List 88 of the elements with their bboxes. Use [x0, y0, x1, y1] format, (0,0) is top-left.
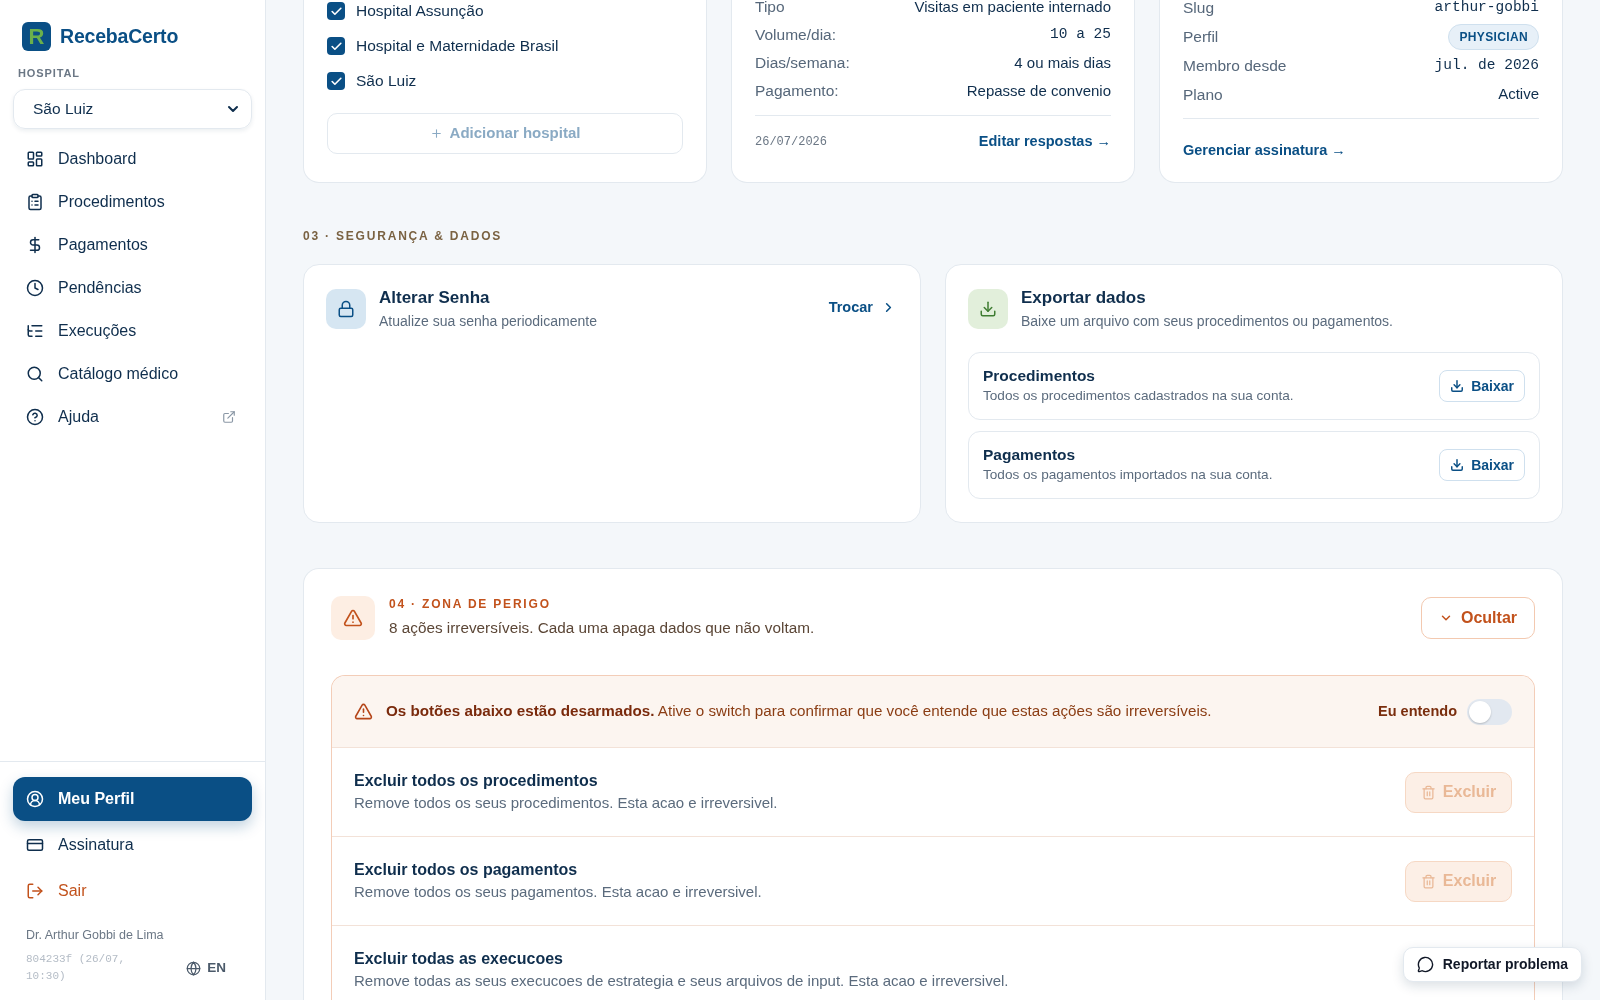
field-label: Membro desde — [1183, 55, 1287, 76]
warning-message: Os botões abaixo estão desarmados. Ative o switch para confirmar que você entende que estas ações são irreversíveis. — [386, 701, 1212, 722]
field-value: Visitas em paciente internado — [914, 0, 1111, 17]
field-label: Perfil — [1183, 26, 1219, 47]
nav-item[interactable]: Sair — [13, 869, 252, 913]
section-summary: 8 ações irreversíveis. Cada uma apaga dados que não voltam. — [389, 617, 815, 638]
action-title: Excluir todos os procedimentos — [354, 770, 599, 791]
role-badge: PHYSICIAN — [1448, 23, 1539, 50]
download-icon — [968, 289, 1008, 329]
checkbox-label: Hospital Assunção — [356, 1, 484, 22]
clock-icon — [26, 278, 44, 297]
checkbox-label: Hospital e Maternidade Brasil — [356, 36, 559, 57]
action-title: Excluir todas as execucoes — [354, 948, 564, 969]
field-value: arthur-gobbi — [1434, 0, 1539, 17]
nav-item[interactable]: Execuções — [13, 309, 252, 352]
edit-answers-link[interactable]: Editar respostas → — [978, 131, 1111, 153]
field-value: 4 ou mais dias — [1014, 52, 1111, 73]
hospital-select[interactable]: São Luiz — [13, 89, 252, 129]
manage-subscription-link[interactable]: Gerenciar assinatura → — [1183, 142, 1346, 158]
plus-icon — [429, 127, 443, 140]
hide-button[interactable]: Ocultar — [1421, 597, 1535, 639]
nav-item[interactable]: Ajuda — [13, 395, 252, 438]
item-description: Todos os pagamentos importados na sua conta. — [983, 465, 1273, 484]
logo-mark: R — [22, 22, 51, 51]
field-value: Active — [1498, 84, 1539, 105]
warning-icon — [331, 596, 375, 640]
nav-item[interactable]: Procedimentos — [13, 180, 252, 223]
checkbox-label: São Luiz — [356, 71, 417, 92]
checkbox[interactable] — [327, 72, 345, 90]
check-icon — [329, 4, 343, 18]
clipboard-icon — [26, 192, 44, 211]
field-value: Repasse de convenio — [966, 80, 1111, 101]
card-subtitle: Atualize sua senha periodicamente — [379, 312, 597, 331]
field-label: Volume/dia: — [755, 25, 836, 46]
item-title: Procedimentos — [983, 365, 1096, 386]
checkbox[interactable] — [327, 2, 345, 20]
field-label: Plano — [1183, 84, 1223, 105]
action-description: Remove todas as seus execucoes de estrategia e seus arquivos de input. Esta acao e irreversivel. — [354, 970, 1009, 991]
checkbox[interactable] — [327, 37, 345, 55]
user-circle-icon — [26, 790, 44, 808]
build-version: 804233f (26/07, 10:30) — [26, 952, 127, 984]
date-text: 26/07/2026 — [755, 133, 827, 151]
logout-icon — [26, 882, 44, 900]
download-button[interactable]: Baixar — [1439, 449, 1525, 481]
trash-icon — [1420, 873, 1436, 889]
item-title: Pagamentos — [983, 444, 1077, 465]
globe-icon — [186, 960, 202, 976]
section-heading: 03 · SEGURANÇA & DADOS — [303, 229, 503, 243]
action-title: Excluir todos os pagamentos — [354, 859, 579, 880]
action-description: Remove todos os seus pagamentos. Esta acao e irreversivel. — [354, 881, 762, 902]
dashboard-grid-icon — [26, 149, 44, 168]
download-button[interactable]: Baixar — [1439, 370, 1525, 402]
field-label: Pagamento: — [755, 81, 839, 102]
switch-label: Eu entendo — [1378, 701, 1457, 721]
brand-name: RecebaCerto — [60, 26, 179, 47]
language-button[interactable]: EN — [186, 957, 226, 979]
field-label: Dias/semana: — [755, 53, 850, 74]
help-icon — [26, 407, 44, 426]
item-description: Todos os procedimentos cadastrados na sua conta. — [983, 386, 1294, 405]
download-icon — [1450, 379, 1465, 393]
toggle-switch[interactable] — [1467, 698, 1512, 725]
change-password-link[interactable]: Trocar — [828, 297, 896, 319]
field-label: HOSPITAL — [18, 66, 80, 80]
download-icon — [1450, 458, 1465, 472]
check-icon — [329, 39, 343, 53]
card-title: Exportar dados — [1021, 287, 1147, 309]
card-subtitle: Baixe um arquivo com seus procedimentos ou pagamentos. — [1021, 312, 1393, 331]
credit-card-icon — [26, 836, 44, 854]
field-label: Tipo — [755, 0, 785, 18]
user-name: Dr. Arthur Gobbi de Lima — [26, 927, 164, 943]
nav-item[interactable]: Assinatura — [13, 823, 252, 867]
nav-item[interactable]: Catálogo médico — [13, 352, 252, 395]
field-label: Slug — [1183, 0, 1215, 18]
report-problem-button[interactable]: Reportar problema — [1402, 947, 1582, 982]
speech-bubble-icon — [1416, 956, 1434, 973]
nav-item[interactable]: Pendências — [13, 266, 252, 309]
lock-icon — [326, 289, 366, 329]
check-icon — [329, 74, 343, 88]
action-description: Remove todos os seus procedimentos. Esta acao e irreversivel. — [354, 792, 778, 813]
nav-item[interactable]: Dashboard — [13, 137, 252, 180]
search-icon — [26, 364, 44, 383]
nav-item[interactable]: Pagamentos — [13, 223, 252, 266]
field-value: 10 a 25 — [1050, 25, 1111, 45]
section-heading: 04 · ZONA DE PERIGO — [389, 596, 552, 612]
warning-icon — [354, 702, 373, 721]
card-title: Alterar Senha — [379, 287, 491, 309]
trash-icon — [1420, 784, 1436, 800]
field-value: jul. de 2026 — [1434, 55, 1539, 75]
